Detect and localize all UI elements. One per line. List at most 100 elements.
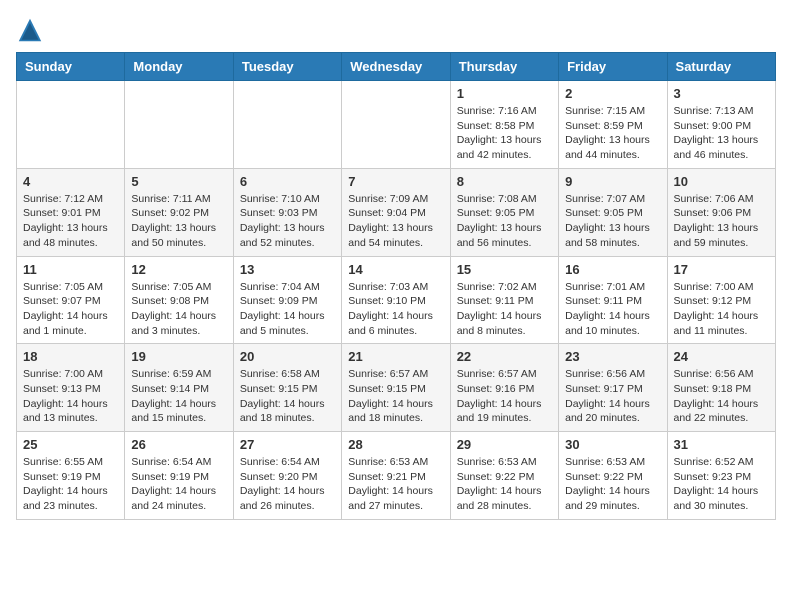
calendar-cell (342, 81, 450, 169)
calendar-week-row: 1Sunrise: 7:16 AM Sunset: 8:58 PM Daylig… (17, 81, 776, 169)
day-number: 14 (348, 262, 443, 277)
day-number: 12 (131, 262, 226, 277)
calendar-week-row: 11 Sunrise: 7:05 AM Sunset: 9:07 PM Dayli… (17, 256, 776, 344)
day-number: 3 (674, 86, 769, 101)
calendar-cell: 2Sunrise: 7:15 AM Sunset: 8:59 PM Daylig… (559, 81, 667, 169)
day-info: Sunrise: 6:56 AM Sunset: 9:17 PM Dayligh… (565, 367, 660, 426)
day-info: Sunrise: 7:02 AM Sunset: 9:11 PM Dayligh… (457, 280, 552, 339)
calendar-week-row: 25 Sunrise: 6:55 AM Sunset: 9:19 PM Dayli… (17, 432, 776, 520)
calendar-cell: 16 Sunrise: 7:01 AM Sunset: 9:11 PM Dayli… (559, 256, 667, 344)
day-number: 11 (23, 262, 118, 277)
calendar-cell: 11 Sunrise: 7:05 AM Sunset: 9:07 PM Dayli… (17, 256, 125, 344)
day-number: 25 (23, 437, 118, 452)
calendar-cell: 30Sunrise: 6:53 AM Sunset: 9:22 PM Dayli… (559, 432, 667, 520)
calendar-cell (233, 81, 341, 169)
day-number: 4 (23, 174, 118, 189)
day-info: Sunrise: 7:08 AM Sunset: 9:05 PM Dayligh… (457, 192, 552, 251)
day-info: Sunrise: 6:55 AM Sunset: 9:19 PM Dayligh… (23, 455, 118, 514)
calendar-cell: 21 Sunrise: 6:57 AM Sunset: 9:15 PM Dayli… (342, 344, 450, 432)
day-info: Sunrise: 7:07 AM Sunset: 9:05 PM Dayligh… (565, 192, 660, 251)
day-info: Sunrise: 7:12 AM Sunset: 9:01 PM Dayligh… (23, 192, 118, 251)
day-number: 27 (240, 437, 335, 452)
day-info: Sunrise: 6:59 AM Sunset: 9:14 PM Dayligh… (131, 367, 226, 426)
day-number: 5 (131, 174, 226, 189)
calendar-cell: 18 Sunrise: 7:00 AM Sunset: 9:13 PM Dayli… (17, 344, 125, 432)
day-number: 6 (240, 174, 335, 189)
day-info: Sunrise: 6:54 AM Sunset: 9:19 PM Dayligh… (131, 455, 226, 514)
calendar-cell: 29Sunrise: 6:53 AM Sunset: 9:22 PM Dayli… (450, 432, 558, 520)
day-info: Sunrise: 6:52 AM Sunset: 9:23 PM Dayligh… (674, 455, 769, 514)
day-info: Sunrise: 7:05 AM Sunset: 9:08 PM Dayligh… (131, 280, 226, 339)
day-info: Sunrise: 6:53 AM Sunset: 9:21 PM Dayligh… (348, 455, 443, 514)
day-number: 9 (565, 174, 660, 189)
calendar-table: SundayMondayTuesdayWednesdayThursdayFrid… (16, 52, 776, 520)
calendar-week-row: 18 Sunrise: 7:00 AM Sunset: 9:13 PM Dayli… (17, 344, 776, 432)
day-number: 26 (131, 437, 226, 452)
day-number: 31 (674, 437, 769, 452)
calendar-cell: 15 Sunrise: 7:02 AM Sunset: 9:11 PM Dayli… (450, 256, 558, 344)
day-number: 16 (565, 262, 660, 277)
calendar-cell (125, 81, 233, 169)
calendar-cell: 19 Sunrise: 6:59 AM Sunset: 9:14 PM Dayli… (125, 344, 233, 432)
calendar-cell: 3 Sunrise: 7:13 AM Sunset: 9:00 PM Daylig… (667, 81, 775, 169)
day-number: 8 (457, 174, 552, 189)
day-info: Sunrise: 7:04 AM Sunset: 9:09 PM Dayligh… (240, 280, 335, 339)
day-info: Sunrise: 7:15 AM Sunset: 8:59 PM Dayligh… (565, 104, 660, 163)
calendar-body: 1Sunrise: 7:16 AM Sunset: 8:58 PM Daylig… (17, 81, 776, 520)
header-day: Sunday (17, 53, 125, 81)
calendar-cell: 7Sunrise: 7:09 AM Sunset: 9:04 PM Daylig… (342, 168, 450, 256)
day-info: Sunrise: 7:06 AM Sunset: 9:06 PM Dayligh… (674, 192, 769, 251)
day-number: 24 (674, 349, 769, 364)
calendar-cell: 10 Sunrise: 7:06 AM Sunset: 9:06 PM Dayli… (667, 168, 775, 256)
logo (16, 16, 48, 44)
day-number: 15 (457, 262, 552, 277)
day-number: 17 (674, 262, 769, 277)
calendar-cell: 20Sunrise: 6:58 AM Sunset: 9:15 PM Dayli… (233, 344, 341, 432)
day-info: Sunrise: 6:57 AM Sunset: 9:16 PM Dayligh… (457, 367, 552, 426)
calendar-cell (17, 81, 125, 169)
day-number: 22 (457, 349, 552, 364)
header-day: Wednesday (342, 53, 450, 81)
day-number: 13 (240, 262, 335, 277)
day-info: Sunrise: 7:16 AM Sunset: 8:58 PM Dayligh… (457, 104, 552, 163)
calendar-cell: 4 Sunrise: 7:12 AM Sunset: 9:01 PM Daylig… (17, 168, 125, 256)
calendar-cell: 14 Sunrise: 7:03 AM Sunset: 9:10 PM Dayli… (342, 256, 450, 344)
day-number: 7 (348, 174, 443, 189)
day-info: Sunrise: 7:00 AM Sunset: 9:13 PM Dayligh… (23, 367, 118, 426)
calendar-cell: 25 Sunrise: 6:55 AM Sunset: 9:19 PM Dayli… (17, 432, 125, 520)
day-info: Sunrise: 7:03 AM Sunset: 9:10 PM Dayligh… (348, 280, 443, 339)
day-info: Sunrise: 6:56 AM Sunset: 9:18 PM Dayligh… (674, 367, 769, 426)
header-row: SundayMondayTuesdayWednesdayThursdayFrid… (17, 53, 776, 81)
day-number: 10 (674, 174, 769, 189)
day-info: Sunrise: 6:54 AM Sunset: 9:20 PM Dayligh… (240, 455, 335, 514)
calendar-cell: 5Sunrise: 7:11 AM Sunset: 9:02 PM Daylig… (125, 168, 233, 256)
calendar-cell: 13 Sunrise: 7:04 AM Sunset: 9:09 PM Dayli… (233, 256, 341, 344)
day-number: 23 (565, 349, 660, 364)
calendar-cell: 31 Sunrise: 6:52 AM Sunset: 9:23 PM Dayli… (667, 432, 775, 520)
day-info: Sunrise: 7:13 AM Sunset: 9:00 PM Dayligh… (674, 104, 769, 163)
calendar-cell: 22 Sunrise: 6:57 AM Sunset: 9:16 PM Dayli… (450, 344, 558, 432)
day-number: 18 (23, 349, 118, 364)
calendar-cell: 26 Sunrise: 6:54 AM Sunset: 9:19 PM Dayli… (125, 432, 233, 520)
calendar-cell: 6 Sunrise: 7:10 AM Sunset: 9:03 PM Daylig… (233, 168, 341, 256)
day-info: Sunrise: 7:05 AM Sunset: 9:07 PM Dayligh… (23, 280, 118, 339)
calendar-cell: 9 Sunrise: 7:07 AM Sunset: 9:05 PM Daylig… (559, 168, 667, 256)
calendar-cell: 17Sunrise: 7:00 AM Sunset: 9:12 PM Dayli… (667, 256, 775, 344)
day-number: 19 (131, 349, 226, 364)
day-number: 30 (565, 437, 660, 452)
header-day: Friday (559, 53, 667, 81)
calendar-header: SundayMondayTuesdayWednesdayThursdayFrid… (17, 53, 776, 81)
calendar-week-row: 4 Sunrise: 7:12 AM Sunset: 9:01 PM Daylig… (17, 168, 776, 256)
calendar-cell: 28Sunrise: 6:53 AM Sunset: 9:21 PM Dayli… (342, 432, 450, 520)
header-day: Monday (125, 53, 233, 81)
calendar-cell: 24 Sunrise: 6:56 AM Sunset: 9:18 PM Dayli… (667, 344, 775, 432)
day-info: Sunrise: 7:10 AM Sunset: 9:03 PM Dayligh… (240, 192, 335, 251)
logo-icon (16, 16, 44, 44)
calendar-cell: 12 Sunrise: 7:05 AM Sunset: 9:08 PM Dayli… (125, 256, 233, 344)
header-day: Thursday (450, 53, 558, 81)
calendar-cell: 1Sunrise: 7:16 AM Sunset: 8:58 PM Daylig… (450, 81, 558, 169)
day-info: Sunrise: 6:57 AM Sunset: 9:15 PM Dayligh… (348, 367, 443, 426)
day-number: 21 (348, 349, 443, 364)
day-number: 29 (457, 437, 552, 452)
day-info: Sunrise: 7:01 AM Sunset: 9:11 PM Dayligh… (565, 280, 660, 339)
